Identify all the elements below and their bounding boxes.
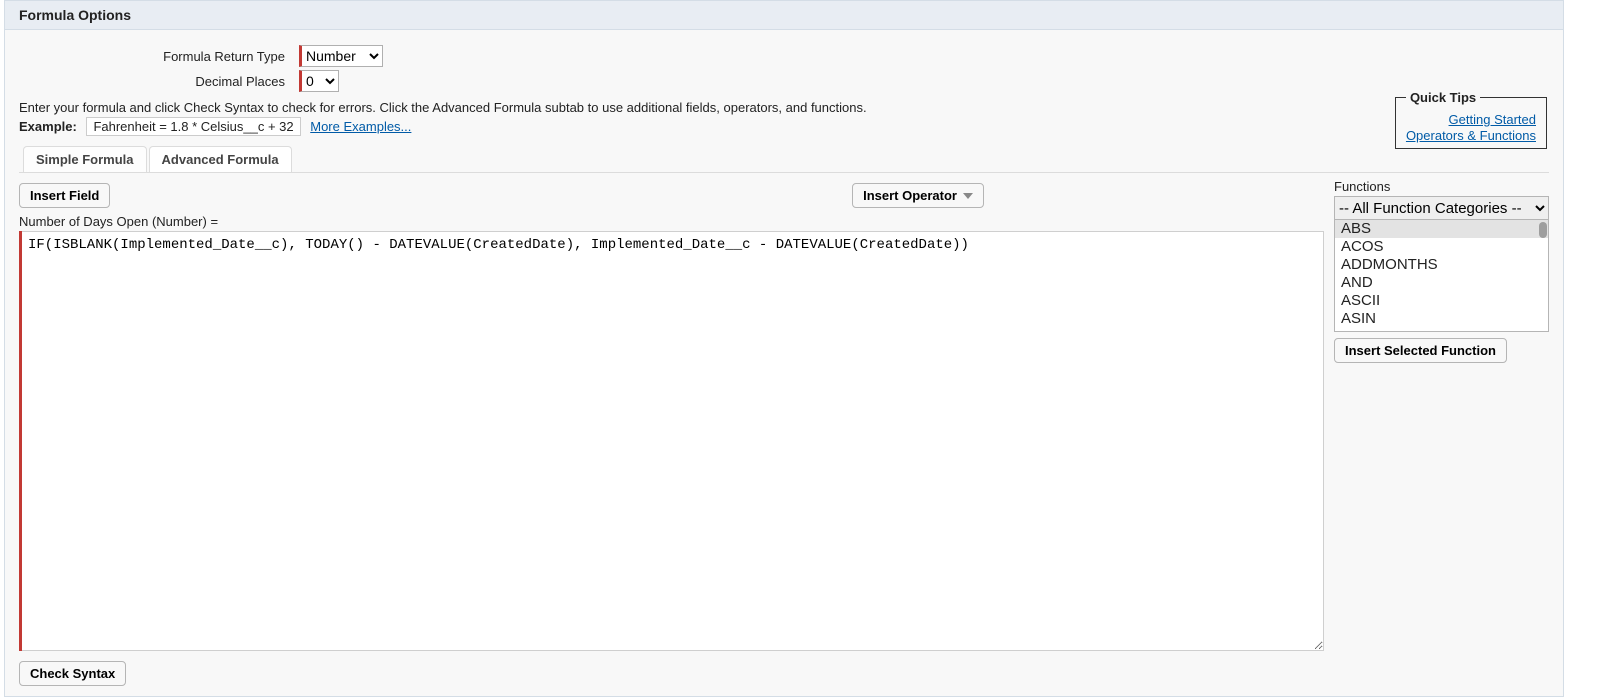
quick-tips-operators-functions-link[interactable]: Operators & Functions (1406, 128, 1536, 143)
tab-advanced-formula[interactable]: Advanced Formula (149, 146, 292, 172)
quick-tips-legend: Quick Tips (1406, 90, 1480, 105)
decimal-places-field[interactable]: 0 (299, 70, 339, 92)
tab-simple-formula[interactable]: Simple Formula (23, 146, 147, 172)
function-item-addmonths[interactable]: ADDMONTHS (1335, 256, 1548, 274)
insert-field-label: Insert Field (30, 188, 99, 203)
function-item-acos[interactable]: ACOS (1335, 238, 1548, 256)
insert-operator-button[interactable]: Insert Operator (852, 183, 984, 208)
formula-textarea[interactable] (22, 231, 1324, 651)
formula-field-label: Number of Days Open (Number) = (19, 214, 1324, 229)
function-category-select[interactable]: -- All Function Categories -- (1334, 196, 1549, 220)
function-item-and[interactable]: AND (1335, 274, 1548, 292)
return-type-select[interactable]: Number (302, 46, 382, 66)
decimal-places-select[interactable]: 0 (302, 71, 338, 91)
check-syntax-label: Check Syntax (30, 666, 115, 681)
panel-title: Formula Options (5, 0, 1563, 30)
formula-tabs: Simple Formula Advanced Formula (19, 146, 1549, 173)
decimal-places-label: Decimal Places (19, 74, 299, 89)
insert-operator-label: Insert Operator (863, 188, 957, 203)
quick-tips-getting-started-link[interactable]: Getting Started (1406, 112, 1536, 127)
insert-field-button[interactable]: Insert Field (19, 183, 110, 208)
check-syntax-button[interactable]: Check Syntax (19, 661, 126, 686)
chevron-down-icon (963, 193, 973, 199)
return-type-label: Formula Return Type (19, 49, 299, 64)
insert-selected-function-button[interactable]: Insert Selected Function (1334, 338, 1507, 363)
quick-tips-box: Quick Tips Getting Started Operators & F… (1395, 90, 1547, 149)
function-item-asin[interactable]: ASIN (1335, 310, 1548, 328)
scrollbar-thumb[interactable] (1539, 222, 1547, 238)
function-item-abs[interactable]: ABS (1335, 220, 1548, 238)
functions-title: Functions (1334, 179, 1549, 194)
instructions-text: Enter your formula and click Check Synta… (19, 100, 1549, 115)
example-formula: Fahrenheit = 1.8 * Celsius__c + 32 (86, 117, 300, 136)
function-item-ascii[interactable]: ASCII (1335, 292, 1548, 310)
function-list[interactable]: ABS ACOS ADDMONTHS AND ASCII ASIN (1334, 220, 1549, 332)
example-label: Example: (19, 119, 77, 134)
return-type-field[interactable]: Number (299, 45, 383, 67)
more-examples-link[interactable]: More Examples... (310, 119, 411, 134)
insert-selected-function-label: Insert Selected Function (1345, 343, 1496, 358)
